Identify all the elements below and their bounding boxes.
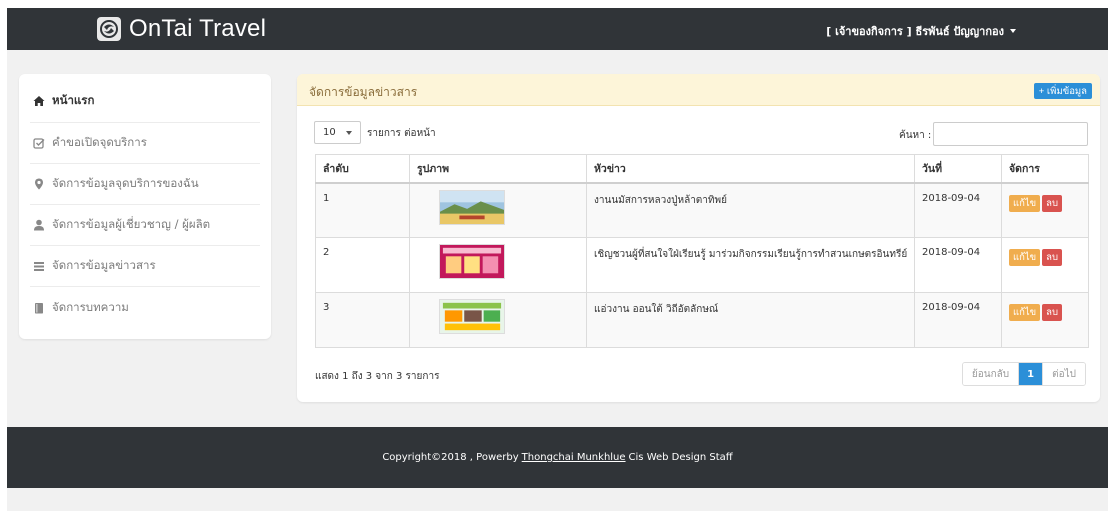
chevron-down-icon [345,130,352,135]
sidebar-item-label: คำขอเปิดจุดบริการ [52,135,147,149]
sidebar-item-my-service-points[interactable]: จัดการข้อมูลจุดบริการของฉัน [30,164,260,205]
row-title: เชิญชวนผู้ที่สนใจใฝ่เรียนรู้ มาร่วมกิจกร… [586,237,915,293]
page-length-value: 10 [323,127,336,138]
panel-title: จัดการข้อมูลข่าวสาร [309,85,418,99]
table-info: แสดง 1 ถึง 3 จาก 3 รายการ [315,371,440,382]
news-thumbnail-image[interactable] [439,189,505,225]
brand-logo-icon [97,17,121,41]
row-date: 2018-09-04 [914,237,1002,293]
add-news-button[interactable]: + เพิ่มข้อมูล [1033,83,1092,99]
news-thumbnail-image[interactable] [439,244,505,279]
table-row: 3 แอ่วงาน ออนใต้ วิถีอัตลักษณ์ 2018-09-0… [315,292,1089,348]
sidebar-item-label: จัดการข้อมูลข่าวสาร [52,258,156,272]
row-actions: แก้ไข ลบ [1001,182,1089,238]
row-date: 2018-09-04 [914,292,1002,348]
search-label: ค้นหา : [899,130,932,141]
column-header-title[interactable]: หัวข่าว [586,154,915,184]
user-menu-label: [ เจ้าของกิจการ ] ธีรพันธ์ ปัญญากอง [826,25,1004,38]
sidebar-item-service-request[interactable]: คำขอเปิดจุดบริการ [30,123,260,164]
row-image-cell [409,182,587,238]
row-actions: แก้ไข ลบ [1001,292,1089,348]
row-number: 2 [315,237,410,293]
row-image-cell [409,237,587,293]
home-icon [32,94,46,108]
map-marker-icon [32,177,46,191]
sidebar-item-news[interactable]: จัดการข้อมูลข่าวสาร [30,246,260,287]
footer-author-link[interactable]: Thongchai Munkhlue [522,452,626,463]
search-input[interactable] [933,122,1088,146]
pagination: ย้อนกลับ 1 ต่อไป [961,362,1086,386]
sidebar-item-home[interactable]: หน้าแรก [30,74,260,123]
delete-button[interactable]: ลบ [1042,249,1063,266]
row-title: งานนมัสการหลวงปู่หล้าตาทิพย์ [586,182,915,238]
brand[interactable]: OnTai Travel [97,14,266,44]
edit-button[interactable]: แก้ไข [1009,249,1041,266]
news-thumbnail-image[interactable] [439,299,505,334]
footer-copyright: Copyright©2018 , Powerby [382,452,519,463]
page-length-label: รายการ ต่อหน้า [367,128,436,139]
row-image-cell [409,292,587,348]
column-header-image[interactable]: รูปภาพ [409,154,587,184]
caret-down-icon [1010,29,1016,33]
row-title: แอ่วงาน ออนใต้ วิถีอัตลักษณ์ [586,292,915,348]
sidebar-item-label: จัดการข้อมูลผู้เชี่ยวชาญ / ผู้ผลิต [52,217,211,231]
edit-button[interactable]: แก้ไข [1009,304,1041,321]
footer-credit: Cis Web Design Staff [628,452,733,463]
pagination-page-current[interactable]: 1 [1019,363,1044,385]
pagination-next[interactable]: ต่อไป [1043,363,1085,385]
column-header-actions[interactable]: จัดการ [1001,154,1089,184]
list-icon [32,259,46,273]
sidebar-item-experts[interactable]: จัดการข้อมูลผู้เชี่ยวชาญ / ผู้ผลิต [30,205,260,246]
checkbox-icon [32,136,46,150]
row-number: 1 [315,182,410,238]
app-canvas: OnTai Travel [ เจ้าของกิจการ ] ธีรพันธ์ … [7,8,1108,511]
sidebar-item-articles[interactable]: จัดการบทความ [30,287,260,328]
column-header-number[interactable]: ลำดับ [315,154,410,184]
page: OnTai Travel [ เจ้าของกิจการ ] ธีรพันธ์ … [0,0,1108,511]
row-number: 3 [315,292,410,348]
delete-button[interactable]: ลบ [1042,194,1063,212]
delete-button[interactable]: ลบ [1042,304,1063,321]
user-menu-dropdown[interactable]: [ เจ้าของกิจการ ] ธีรพันธ์ ปัญญากอง [826,22,1016,40]
page-length-select[interactable]: 10 [314,121,361,144]
table-row: 1 งานนมัสการหลวงปู่หล้าตาทิพย์ 2018-09-0… [315,182,1089,238]
news-table: ลำดับ รูปภาพ หัวข่าว วันที่ จัดการ 1 งาน… [315,154,1089,348]
row-actions: แก้ไข ลบ [1001,237,1089,293]
brand-name: OnTai Travel [129,15,267,42]
row-date: 2018-09-04 [914,182,1002,238]
news-panel: จัดการข้อมูลข่าวสาร + เพิ่มข้อมูล 10 ราย… [297,74,1100,402]
top-navbar: OnTai Travel [ เจ้าของกิจการ ] ธีรพันธ์ … [7,8,1108,50]
user-icon [32,218,46,232]
sidebar: หน้าแรก คำขอเปิดจุดบริการ จัดการข้อมูลจุ… [19,74,271,339]
book-icon [32,301,46,315]
sidebar-item-label: หน้าแรก [52,93,95,107]
table-header-row: ลำดับ รูปภาพ หัวข่าว วันที่ จัดการ [315,154,1089,184]
sidebar-item-label: จัดการข้อมูลจุดบริการของฉัน [52,176,199,190]
panel-header: จัดการข้อมูลข่าวสาร + เพิ่มข้อมูล [297,74,1100,106]
footer: Copyright©2018 , Powerby Thongchai Munkh… [7,427,1108,488]
table-row: 2 เชิญชวนผู้ที่สนใจใฝ่เรียนรู้ มาร่วมกิจ… [315,237,1089,293]
edit-button[interactable]: แก้ไข [1009,194,1041,212]
pagination-prev[interactable]: ย้อนกลับ [962,363,1020,385]
sidebar-item-label: จัดการบทความ [52,299,129,314]
column-header-date[interactable]: วันที่ [914,154,1002,184]
